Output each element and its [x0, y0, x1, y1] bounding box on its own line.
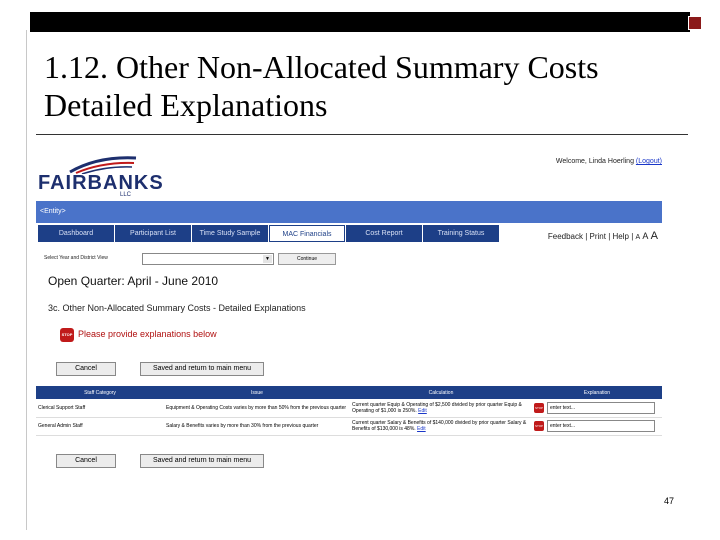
- row-explanation: STOP enter text...: [532, 417, 662, 436]
- slide-corner-square: [688, 16, 702, 30]
- welcome-text: Welcome, Linda Hoerling: [555, 158, 634, 165]
- select-year-district-label: Select Year and District View: [44, 255, 108, 261]
- tab-cost-report[interactable]: Cost Report: [346, 225, 422, 242]
- year-district-select[interactable]: ▼: [142, 253, 274, 265]
- chevron-down-icon[interactable]: ▼: [263, 255, 272, 263]
- slide-title: 1.12. Other Non-Allocated Summary Costs …: [44, 48, 684, 124]
- title-divider: [36, 134, 688, 135]
- font-size-small[interactable]: A: [636, 234, 641, 241]
- row-issue: Salary & Benefits varies by more than 30…: [164, 417, 350, 436]
- feedback-link[interactable]: Feedback: [548, 232, 583, 241]
- slide-top-bar: [30, 12, 690, 32]
- tab-dashboard[interactable]: Dashboard: [38, 225, 114, 242]
- explanation-input[interactable]: enter text...: [547, 401, 655, 414]
- row-calculation: Current quarter Equip & Operating of $2,…: [350, 399, 532, 418]
- stop-sign-icon: STOP: [60, 328, 74, 342]
- font-size-large[interactable]: A: [651, 230, 658, 242]
- welcome-message: Welcome, Linda Hoerling (Logout): [556, 158, 662, 165]
- entity-bar: <Entity>: [36, 201, 662, 223]
- logo-llc: LLC: [120, 192, 132, 198]
- save-return-button-bottom[interactable]: Saved and return to main menu: [140, 454, 264, 468]
- print-link[interactable]: Print: [590, 232, 606, 241]
- slide-title-line2: Detailed Explanations: [44, 87, 328, 123]
- logout-link[interactable]: (Logout): [636, 158, 662, 165]
- row-staff-category: Clerical Support Staff: [36, 399, 164, 418]
- logo-text: FAIRBANKS: [38, 172, 164, 194]
- column-header-explanation: Explanation: [532, 386, 662, 399]
- stop-sign-icon: STOP: [534, 421, 544, 431]
- entity-label: <Entity>: [40, 208, 66, 215]
- edit-link[interactable]: Edit: [418, 408, 427, 414]
- table-row: General Admin Staff Salary & Benefits va…: [36, 417, 662, 436]
- page-number: 47: [664, 496, 675, 506]
- font-size-medium[interactable]: A: [642, 231, 648, 241]
- open-quarter-heading: Open Quarter: April - June 2010: [48, 274, 219, 288]
- cancel-button-top[interactable]: Cancel: [56, 362, 116, 376]
- edit-link[interactable]: Edit: [417, 426, 426, 432]
- row-calculation-text: Current quarter Equip & Operating of $2,…: [352, 401, 522, 414]
- row-calculation: Current quarter Salary & Benefits of $14…: [350, 417, 532, 436]
- row-calculation-text: Current quarter Salary & Benefits of $14…: [352, 420, 527, 432]
- utility-links: Feedback | Print | Help | A A A: [547, 230, 658, 242]
- slide-title-line1: 1.12. Other Non-Allocated Summary Costs: [44, 49, 599, 85]
- tab-time-study-sample[interactable]: Time Study Sample: [192, 225, 268, 242]
- explanation-input[interactable]: enter text...: [547, 420, 655, 432]
- slide-side-rule: [26, 30, 27, 530]
- main-nav: Dashboard Participant List Time Study Sa…: [38, 225, 500, 242]
- save-return-button-top[interactable]: Saved and return to main menu: [140, 362, 264, 376]
- tab-training-status[interactable]: Training Status: [423, 225, 499, 242]
- explanations-table: Staff Category Issue Calculation Explana…: [36, 386, 662, 436]
- cancel-button-bottom[interactable]: Cancel: [56, 454, 116, 468]
- continue-button[interactable]: Continue: [278, 253, 336, 265]
- stop-message: Please provide explanations below: [78, 329, 217, 339]
- tab-mac-financials[interactable]: MAC Financials: [269, 225, 345, 242]
- help-link[interactable]: Help: [613, 232, 629, 241]
- stop-sign-icon: STOP: [534, 402, 544, 413]
- row-explanation: STOP enter text...: [532, 399, 662, 418]
- row-staff-category: General Admin Staff: [36, 417, 164, 436]
- section-title: 3c. Other Non-Allocated Summary Costs - …: [48, 303, 306, 313]
- row-issue: Equipment & Operating Costs varies by mo…: [164, 399, 350, 418]
- logo-swoosh-icon: [69, 156, 137, 174]
- column-header-issue: Issue: [164, 386, 350, 399]
- app-screenshot: FAIRBANKS LLC Welcome, Linda Hoerling (L…: [36, 146, 662, 476]
- tab-participant-list[interactable]: Participant List: [115, 225, 191, 242]
- table-row: Clerical Support Staff Equipment & Opera…: [36, 399, 662, 418]
- fairbanks-logo: FAIRBANKS LLC: [38, 154, 168, 198]
- column-header-calculation: Calculation: [350, 386, 532, 399]
- table-header-row: Staff Category Issue Calculation Explana…: [36, 386, 662, 399]
- column-header-staff-category: Staff Category: [36, 386, 164, 399]
